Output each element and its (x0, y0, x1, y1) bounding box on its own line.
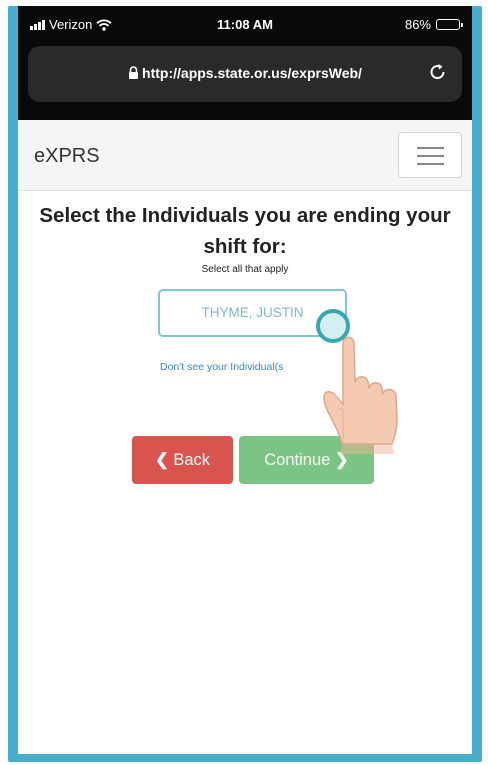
chevron-left-icon: ❮ (154, 451, 169, 469)
back-label: Back (173, 451, 211, 469)
select-hint: Select all that apply (201, 264, 289, 275)
page-heading: Select the Individuals you are ending yo… (39, 204, 451, 258)
battery-icon (436, 19, 463, 30)
reload-icon[interactable] (428, 62, 448, 84)
back-button[interactable]: ❮ Back (132, 436, 233, 484)
site-navbar: eXPRS (18, 120, 472, 191)
hand-shape (323, 336, 398, 445)
missing-individual-link[interactable]: Don't see your Individual(s (160, 361, 283, 373)
phone-screen: Verizon 11:08 AM 86% http://apps.state.o… (18, 6, 472, 754)
battery-percent: 86% (404, 17, 431, 32)
url-text: http://apps.state.or.us/exprsWeb/ (142, 65, 362, 81)
hamburger-line (417, 155, 444, 157)
status-time: 11:08 AM (217, 17, 273, 32)
lock-icon (129, 66, 139, 79)
address-bar[interactable]: http://apps.state.or.us/exprsWeb/ (28, 46, 462, 102)
status-bar: Verizon 11:08 AM 86% (18, 14, 472, 36)
menu-toggle-button[interactable] (398, 132, 462, 178)
brand-link[interactable]: eXPRS (34, 145, 100, 168)
url-display[interactable]: http://apps.state.or.us/exprsWeb/ (28, 65, 462, 81)
hamburger-menu-icon (417, 147, 444, 149)
battery-group: 86% (404, 17, 463, 32)
tapping-hand-icon (316, 309, 398, 454)
hamburger-line (417, 163, 444, 165)
browser-chrome: Verizon 11:08 AM 86% http://apps.state.o… (18, 6, 472, 120)
